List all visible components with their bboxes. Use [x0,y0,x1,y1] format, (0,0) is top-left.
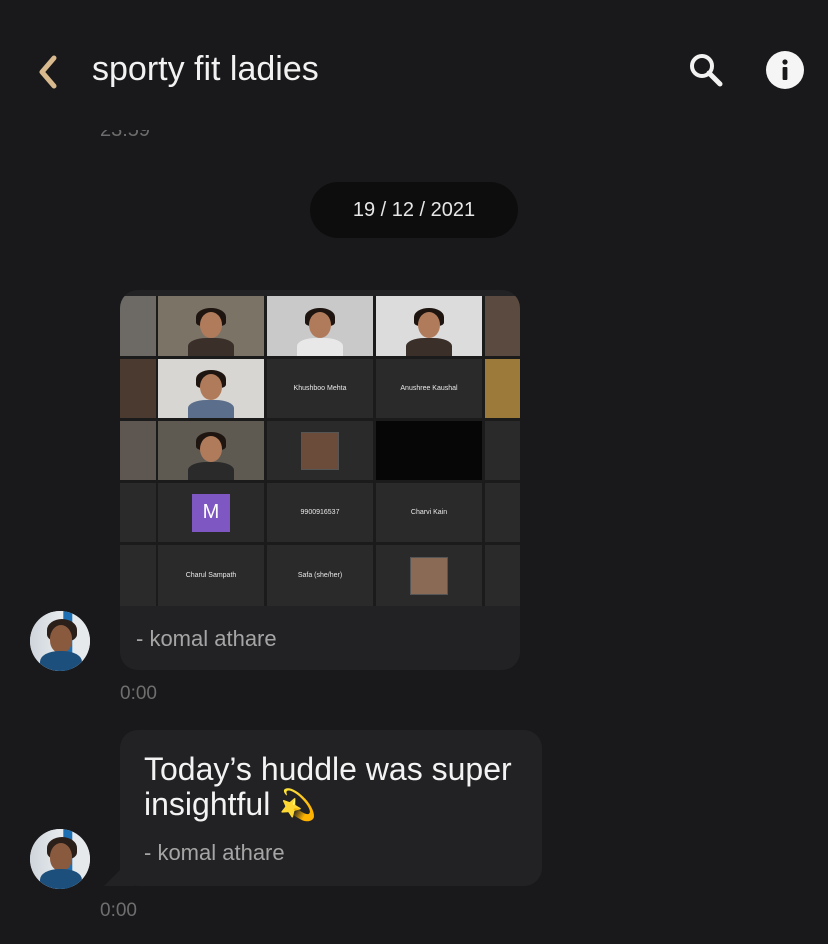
participant-tile-name: 9900916537 [267,483,373,542]
back-button[interactable] [28,52,68,92]
participant-tile [120,483,156,542]
participant-tile [485,421,520,480]
participant-tile [158,359,264,418]
participant-tile [267,421,373,480]
sender-avatar[interactable] [30,829,90,889]
participant-tile [120,421,156,480]
video-call-screenshot[interactable]: Khushboo Mehta Anushree Kaushal M 990091… [120,296,520,606]
participant-tile-name: Charvi Kain [376,483,482,542]
image-caption-sender: - komal athare [136,626,277,651]
date-separator: 19 / 12 / 2021 [310,182,518,238]
image-message[interactable]: Khushboo Mehta Anushree Kaushal M 990091… [120,290,520,670]
search-icon [690,54,723,87]
participant-tile [158,421,264,480]
participant-tile [376,421,482,480]
message-timestamp: 0:00 [100,900,137,921]
participant-thumbnail [301,431,339,470]
participant-tile [120,359,156,418]
participant-thumbnail [410,556,448,595]
participant-tile [485,545,520,606]
text-message[interactable]: Today’s huddle was super insightful 💫 - … [104,730,542,886]
participant-tile [120,296,156,356]
participant-tile [158,296,264,356]
participant-tile [120,545,156,606]
participant-tile [376,296,482,356]
message-text: Today’s huddle was super insightful 💫 [144,751,512,823]
chat-title: sporty fit ladies [92,50,319,88]
participant-tile: M [158,483,264,542]
participant-tile-name: Safa (she/her) [267,545,373,606]
sender-avatar[interactable] [30,611,90,671]
search-button[interactable] [684,48,728,92]
participant-tile-name: Khushboo Mehta [267,359,373,418]
info-icon [782,59,788,80]
participant-tile [485,296,520,356]
participant-tile [267,296,373,356]
participant-tile [376,545,482,606]
bubble-tail [104,856,134,886]
chevron-left-icon [39,55,57,89]
participant-initial-badge: M [192,493,230,532]
message-sender: - komal athare [144,840,285,865]
previous-message-time: 23:59 [100,130,151,141]
participant-tile-name: Charul Sampath [158,545,264,606]
chat-header: sporty fit ladies [0,0,828,140]
participant-tile [485,359,520,418]
dizzy-emoji: 💫 [279,789,317,822]
message-timestamp: 0:00 [120,683,157,704]
participant-tile [485,483,520,542]
info-button[interactable] [766,51,804,89]
participant-tile-name: Anushree Kaushal [376,359,482,418]
